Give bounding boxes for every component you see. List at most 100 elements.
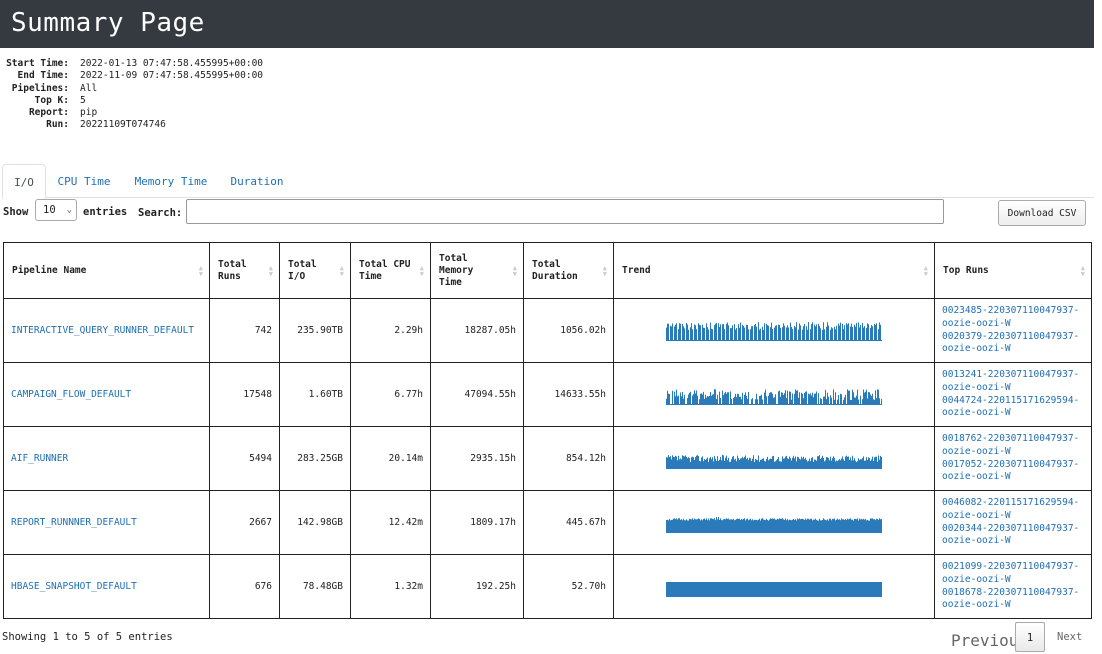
column-header-pipeline-name[interactable]: Pipeline Name ▲ ▼ bbox=[3, 242, 210, 299]
total-io-cell: 1.60TB bbox=[279, 362, 351, 427]
column-header-label: Trend bbox=[622, 264, 651, 276]
top-run-link[interactable]: 0018678-220307110047937- oozie-oozi-W bbox=[942, 587, 1084, 613]
column-header-trend[interactable]: Trend ▲ ▼ bbox=[613, 242, 935, 299]
tab-memory-time[interactable]: Memory Time bbox=[131, 164, 211, 197]
pipeline-name-link[interactable]: HBASE_SNAPSHOT_DEFAULT bbox=[3, 554, 210, 619]
total-duration-cell: 14633.55h bbox=[523, 362, 614, 427]
top-run-suffix: oozie-oozi-W bbox=[942, 471, 1011, 483]
top-run-link[interactable]: 0018762-220307110047937- oozie-oozi-W bbox=[942, 433, 1084, 459]
total-runs-cell: 742 bbox=[209, 298, 280, 363]
total-io-cell: 235.90TB bbox=[279, 298, 351, 363]
meta-key: Report: bbox=[28, 107, 69, 119]
top-run-id: 0046082-220115171629594- bbox=[942, 496, 1080, 508]
top-run-id: 0044724-220115171629594- bbox=[942, 394, 1080, 406]
trend-cell bbox=[613, 490, 935, 555]
table-row: REPORT_RUNNNER_DEFAULT 2667 142.98GB 12.… bbox=[3, 490, 1092, 555]
metric-tabs: I/O CPU Time Memory Time Duration bbox=[2, 164, 1094, 199]
meta-value: 20221109T074746 bbox=[80, 119, 166, 131]
total-runs-cell: 17548 bbox=[209, 362, 280, 427]
top-run-link[interactable]: 0020344-220307110047937- oozie-oozi-W bbox=[942, 523, 1084, 549]
column-header-total-duration[interactable]: Total Duration ▲ ▼ bbox=[523, 242, 614, 299]
sort-icon: ▲ ▼ bbox=[268, 263, 273, 278]
column-header-top-runs[interactable]: Top Runs ▲ ▼ bbox=[934, 242, 1092, 299]
column-header-total-io[interactable]: Total I/O ▲ ▼ bbox=[279, 242, 351, 299]
top-runs-cell: 0013241-220307110047937- oozie-oozi-W 004… bbox=[934, 362, 1092, 427]
column-header-total-cpu-time[interactable]: Total CPU Time ▲ ▼ bbox=[350, 242, 431, 299]
total-io-cell: 142.98GB bbox=[279, 490, 351, 555]
column-header-total-runs[interactable]: Total Runs ▲ ▼ bbox=[209, 242, 280, 299]
top-run-suffix: oozie-oozi-W bbox=[942, 343, 1011, 355]
pipeline-name-link[interactable]: CAMPAIGN_FLOW_DEFAULT bbox=[3, 362, 210, 427]
search-input[interactable] bbox=[186, 199, 944, 224]
top-runs-cell: 0018762-220307110047937- oozie-oozi-W 001… bbox=[934, 426, 1092, 491]
trend-sparkline bbox=[666, 454, 882, 469]
tab-duration[interactable]: Duration bbox=[227, 164, 287, 197]
total-cpu-time-cell: 1.32m bbox=[350, 554, 431, 619]
page-size-value: 10 bbox=[43, 204, 56, 216]
next-page-button[interactable]: Next bbox=[1057, 631, 1082, 643]
trend-area bbox=[666, 321, 882, 341]
table-info: Showing 1 to 5 of 5 entries bbox=[2, 631, 173, 643]
report-metadata: Start Time: 2022-01-13 07:47:58.455995+00… bbox=[2, 58, 263, 132]
column-header-label: Total Memory Time bbox=[439, 252, 474, 288]
total-cpu-time-cell: 12.42m bbox=[350, 490, 431, 555]
table-row: AIF_RUNNER 5494 283.25GB 20.14m 2935.15h… bbox=[3, 426, 1092, 491]
top-run-link[interactable]: 0017052-220307110047937- oozie-oozi-W bbox=[942, 459, 1084, 485]
table-row: CAMPAIGN_FLOW_DEFAULT 17548 1.60TB 6.77h… bbox=[3, 362, 1092, 427]
total-duration-cell: 1056.02h bbox=[523, 298, 614, 363]
top-run-id: 0017052-220307110047937- bbox=[942, 458, 1080, 470]
top-run-link[interactable]: 0020379-220307110047937- oozie-oozi-W bbox=[942, 331, 1084, 357]
trend-area bbox=[666, 581, 882, 597]
top-run-link[interactable]: 0013241-220307110047937- oozie-oozi-W bbox=[942, 369, 1084, 395]
top-run-link[interactable]: 0044724-220115171629594- oozie-oozi-W bbox=[942, 395, 1084, 421]
top-run-suffix: oozie-oozi-W bbox=[942, 317, 1011, 329]
pipeline-name-link[interactable]: REPORT_RUNNNER_DEFAULT bbox=[3, 490, 210, 555]
meta-key: Start Time: bbox=[6, 58, 69, 69]
total-io-cell: 78.48GB bbox=[279, 554, 351, 619]
total-runs-cell: 676 bbox=[209, 554, 280, 619]
top-run-link[interactable]: 0021099-220307110047937- oozie-oozi-W bbox=[942, 561, 1084, 587]
top-run-link[interactable]: 0046082-220115171629594- oozie-oozi-W bbox=[942, 497, 1084, 523]
tab-cpu-time[interactable]: CPU Time bbox=[54, 164, 114, 197]
meta-value: pip bbox=[80, 107, 98, 119]
show-label: Show bbox=[3, 206, 29, 218]
trend-cell bbox=[613, 298, 935, 363]
page-title: Summary Page bbox=[11, 8, 205, 38]
sort-icon: ▲ ▼ bbox=[198, 263, 203, 278]
top-run-suffix: oozie-oozi-W bbox=[942, 407, 1011, 419]
top-run-suffix: oozie-oozi-W bbox=[942, 535, 1011, 547]
top-run-id: 0018678-220307110047937- bbox=[942, 586, 1080, 598]
meta-row-run: Run: 20221109T074746 bbox=[2, 119, 263, 131]
top-run-suffix: oozie-oozi-W bbox=[942, 509, 1011, 521]
trend-cell bbox=[613, 362, 935, 427]
trend-sparkline bbox=[666, 581, 882, 597]
tab-io[interactable]: I/O bbox=[2, 164, 46, 199]
page-size-select[interactable]: 10 ⌄ bbox=[35, 199, 77, 221]
top-run-link[interactable]: 0023485-220307110047937- oozie-oozi-W bbox=[942, 305, 1084, 331]
pipeline-name-link[interactable]: INTERACTIVE_QUERY_RUNNER_DEFAULT bbox=[3, 298, 210, 363]
top-runs-cell: 0046082-220115171629594- oozie-oozi-W 002… bbox=[934, 490, 1092, 555]
meta-value: 2022-11-09 07:47:58.455995+00:00 bbox=[80, 70, 264, 82]
chevron-down-icon: ⌄ bbox=[66, 205, 72, 215]
total-memory-time-cell: 18287.05h bbox=[430, 298, 524, 363]
meta-row-report: Report: pip bbox=[2, 107, 263, 119]
page-button-1[interactable]: 1 bbox=[1015, 622, 1045, 652]
download-csv-button[interactable]: Download CSV bbox=[998, 200, 1086, 226]
top-run-suffix: oozie-oozi-W bbox=[942, 573, 1011, 585]
column-header-label: Total I/O bbox=[288, 258, 317, 282]
top-run-id: 0023485-220307110047937- bbox=[942, 304, 1080, 316]
sort-icon: ▲ ▼ bbox=[419, 263, 424, 278]
total-duration-cell: 854.12h bbox=[523, 426, 614, 491]
meta-key: Pipelines: bbox=[11, 82, 69, 94]
pipeline-name-link[interactable]: AIF_RUNNER bbox=[3, 426, 210, 491]
trend-area bbox=[666, 516, 882, 533]
top-run-id: 0020379-220307110047937- bbox=[942, 330, 1080, 342]
column-header-label: Total Duration bbox=[532, 258, 578, 282]
meta-key: End Time: bbox=[17, 70, 69, 82]
sort-icon: ▲ ▼ bbox=[923, 263, 928, 278]
table-row: INTERACTIVE_QUERY_RUNNER_DEFAULT 742 235… bbox=[3, 298, 1092, 363]
meta-key: Top K: bbox=[34, 94, 69, 106]
top-runs-cell: 0023485-220307110047937- oozie-oozi-W 002… bbox=[934, 298, 1092, 363]
column-header-total-memory-time[interactable]: Total Memory Time ▲ ▼ bbox=[430, 242, 524, 299]
page-header: Summary Page bbox=[0, 0, 1094, 48]
